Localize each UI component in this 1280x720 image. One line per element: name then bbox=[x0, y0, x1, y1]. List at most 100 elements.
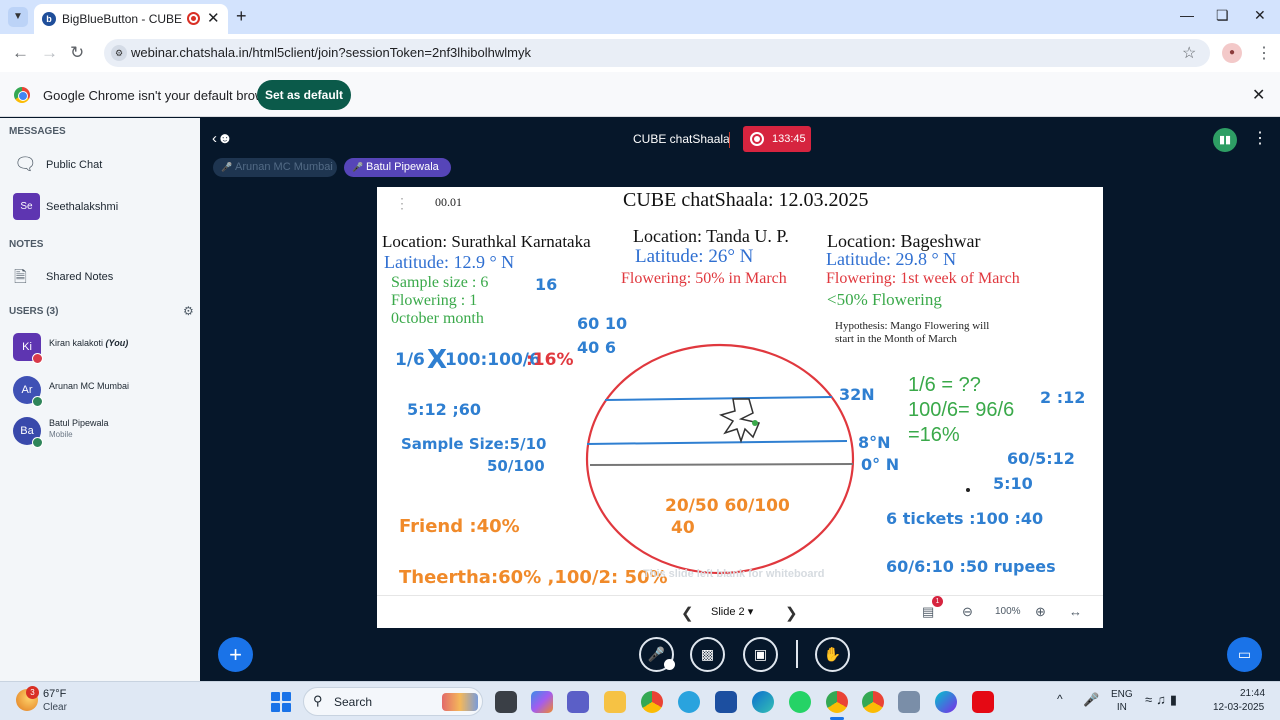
weather-temperature[interactable]: 67°F bbox=[43, 688, 66, 700]
region-code: IN bbox=[1116, 702, 1127, 713]
previous-slide-icon[interactable]: ❮ bbox=[681, 604, 694, 622]
chrome-alt-icon[interactable] bbox=[862, 691, 884, 713]
language-indicator[interactable]: ENG IN bbox=[1111, 688, 1133, 714]
address-bar[interactable]: ⚙ webinar.chatshala.in/html5client/join?… bbox=[104, 39, 1210, 67]
hand-note: =16% bbox=[908, 424, 960, 446]
hand-note: 16 bbox=[535, 275, 558, 294]
presentation-toolbar: ❮ Slide 2 ▾ ❯ ▤ 1 ⊖ 100% ⊕ ↔ bbox=[377, 595, 1103, 628]
teams-icon[interactable] bbox=[567, 691, 589, 713]
new-tab-icon[interactable]: + bbox=[236, 6, 247, 27]
share-webcam-button[interactable]: ▣ bbox=[743, 637, 778, 672]
zoom-out-icon[interactable]: ⊖ bbox=[962, 604, 973, 620]
user-list-item[interactable]: Ba Batul Pipewala Mobile bbox=[0, 414, 200, 450]
maximize-icon[interactable]: ❏ bbox=[1216, 7, 1229, 24]
headphones-icon: ▩ bbox=[700, 646, 715, 662]
browser-tabstrip: ▼ b BigBlueButton - CUBE chatShaala ✕ + … bbox=[0, 0, 1280, 34]
reload-icon[interactable]: ↻ bbox=[70, 43, 84, 63]
raise-hand-button[interactable]: ✋ bbox=[815, 637, 850, 672]
tab-title: BigBlueButton - CUBE chatShaala bbox=[62, 12, 184, 26]
hand-note: 40 6 bbox=[577, 338, 616, 357]
back-icon[interactable]: ← bbox=[12, 43, 29, 63]
recording-indicator[interactable]: 133:45 bbox=[743, 126, 811, 152]
copilot-icon[interactable] bbox=[531, 691, 553, 713]
weather-description[interactable]: Clear bbox=[43, 702, 67, 713]
task-view-icon[interactable] bbox=[495, 691, 517, 713]
hand-icon: ✋ bbox=[823, 646, 842, 662]
whatsapp-icon[interactable] bbox=[789, 691, 811, 713]
next-slide-icon[interactable]: ❯ bbox=[785, 604, 798, 622]
user-client-type: Mobile bbox=[49, 430, 73, 439]
camera-off-icon: ▣ bbox=[753, 646, 768, 662]
notes-icon: 🗎 bbox=[14, 269, 27, 286]
browser-menu-icon[interactable]: ⋮ bbox=[1256, 43, 1272, 63]
present-button[interactable]: ▭ bbox=[1227, 637, 1262, 672]
whiteboard-watermark: This slide left blank for whiteboard bbox=[643, 568, 825, 580]
connection-status-icon[interactable]: ▮▮ bbox=[1213, 128, 1237, 152]
hand-note: 40 bbox=[671, 518, 695, 538]
telegram-icon[interactable] bbox=[678, 691, 700, 713]
url-text[interactable]: webinar.chatshala.in/html5client/join?se… bbox=[131, 45, 531, 60]
file-explorer-icon[interactable] bbox=[604, 691, 626, 713]
user-settings-gear-icon[interactable]: ⚙ bbox=[183, 304, 194, 318]
notes-heading: NOTES bbox=[9, 239, 44, 250]
set-default-button[interactable]: Set as default bbox=[257, 80, 351, 110]
hand-note: 20/50 60/100 bbox=[665, 496, 790, 516]
latitude-line-8 bbox=[586, 440, 848, 445]
fit-width-icon[interactable]: ↔ bbox=[1069, 604, 1082, 619]
clock-time[interactable]: 21:44 bbox=[1240, 688, 1265, 699]
infobar-message: Google Chrome isn't your default browser bbox=[43, 88, 283, 103]
mic-icon bbox=[32, 437, 43, 448]
zoom-level[interactable]: 100% bbox=[995, 606, 1021, 617]
user-list-item[interactable]: Ar Arunan MC Mumbai bbox=[0, 373, 200, 409]
bookmark-star-icon[interactable]: ☆ bbox=[1182, 43, 1196, 63]
actions-plus-button[interactable]: + bbox=[218, 637, 253, 672]
microphone-tray-icon[interactable]: 🎤 bbox=[1083, 692, 1099, 708]
hand-note: Sample Size:5/10 bbox=[401, 435, 547, 453]
search-label: Search bbox=[334, 695, 373, 709]
shared-notes-item[interactable]: 🗎 Shared Notes bbox=[0, 261, 200, 293]
leave-audio-button[interactable]: ▩ bbox=[690, 637, 725, 672]
chrome-profile-icon[interactable] bbox=[826, 691, 848, 713]
private-chat-item[interactable]: Se Seethalakshmi bbox=[0, 191, 200, 223]
talking-indicator[interactable]: 🎤 Arunan MC Mumbai bbox=[213, 158, 337, 177]
latitude-line-32 bbox=[604, 396, 833, 401]
tray-overflow-icon[interactable]: ^ bbox=[1057, 692, 1063, 706]
public-chat-item[interactable]: 🗨 Public Chat bbox=[0, 149, 200, 181]
user-list-item[interactable]: Ki Kiran kalakoti (You) bbox=[0, 330, 200, 366]
options-menu-icon[interactable]: ⋮ bbox=[1252, 128, 1268, 148]
whiteboard-slide[interactable]: ⋮ 00.01 CUBE chatShaala: 12.03.2025 Loca… bbox=[377, 187, 1103, 626]
windows-start-icon[interactable] bbox=[271, 692, 291, 712]
edge-icon[interactable] bbox=[752, 691, 774, 713]
tab-search-menu-icon[interactable]: ▼ bbox=[8, 7, 28, 27]
canva-icon[interactable] bbox=[935, 691, 957, 713]
chrome-icon[interactable] bbox=[641, 691, 663, 713]
browser-tab-active[interactable]: b BigBlueButton - CUBE chatShaala ✕ bbox=[34, 4, 228, 34]
private-chat-avatar: Se bbox=[13, 193, 40, 220]
annotations-badge: 1 bbox=[932, 596, 943, 607]
forward-icon[interactable]: → bbox=[41, 43, 58, 63]
windows-taskbar: 3 67°F Clear ⚲ Search ^ 🎤 ENG IN ≈♫▮ 21:4… bbox=[0, 681, 1280, 720]
profile-avatar-icon[interactable]: ● bbox=[1222, 43, 1242, 63]
chrome-logo-icon bbox=[14, 87, 30, 103]
mic-icon bbox=[32, 396, 43, 407]
tab-close-icon[interactable]: ✕ bbox=[207, 9, 220, 27]
audio-options-caret-icon[interactable] bbox=[664, 659, 675, 670]
infobar-close-icon[interactable]: ✕ bbox=[1252, 85, 1265, 105]
zoom-in-icon[interactable]: ⊕ bbox=[1035, 604, 1046, 620]
snipping-tool-icon[interactable] bbox=[898, 691, 920, 713]
slide-selector[interactable]: Slide 2 ▾ bbox=[711, 605, 753, 618]
clock-date[interactable]: 12-03-2025 bbox=[1213, 702, 1264, 713]
toggle-user-list-icon[interactable]: ‹☻ bbox=[212, 130, 233, 147]
store-icon[interactable] bbox=[715, 691, 737, 713]
window-close-icon[interactable]: ✕ bbox=[1254, 7, 1266, 24]
annotations-icon[interactable]: ▤ bbox=[922, 604, 934, 620]
system-tray-icons[interactable]: ≈♫▮ bbox=[1145, 692, 1181, 708]
mic-icon: 🎤 bbox=[352, 162, 364, 172]
minimize-icon[interactable]: — bbox=[1180, 7, 1194, 23]
talking-indicator[interactable]: 🎤 Batul Pipewala bbox=[344, 158, 451, 177]
site-info-icon[interactable]: ⚙ bbox=[111, 45, 127, 61]
chat-bubble-icon: 🗨 bbox=[14, 154, 37, 174]
hand-note: 0° N bbox=[861, 455, 900, 474]
netflix-icon[interactable] bbox=[972, 691, 994, 713]
taskbar-search[interactable]: ⚲ Search bbox=[303, 687, 483, 716]
